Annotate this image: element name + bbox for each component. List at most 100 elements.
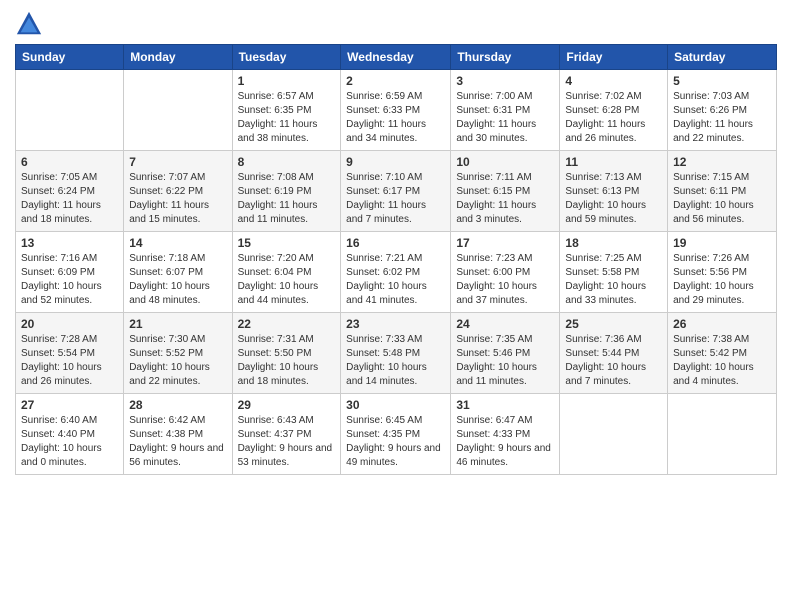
day-info: Sunrise: 7:08 AM Sunset: 6:19 PM Dayligh… xyxy=(238,171,336,227)
day-number: 12 xyxy=(673,155,771,169)
day-number: 11 xyxy=(565,155,662,169)
calendar-cell: 25 Sunrise: 7:36 AM Sunset: 5:44 PM Dayli… xyxy=(560,313,668,394)
column-header-monday: Monday xyxy=(124,45,232,70)
column-header-saturday: Saturday xyxy=(668,45,777,70)
calendar-cell: 5 Sunrise: 7:03 AM Sunset: 6:26 PM Daylig… xyxy=(668,70,777,151)
day-info: Sunrise: 6:59 AM Sunset: 6:33 PM Dayligh… xyxy=(346,90,445,146)
calendar-cell: 31Sunrise: 6:47 AM Sunset: 4:33 PM Dayli… xyxy=(451,394,560,475)
day-info: Sunrise: 6:45 AM Sunset: 4:35 PM Dayligh… xyxy=(346,414,445,470)
column-header-thursday: Thursday xyxy=(451,45,560,70)
calendar-cell: 12 Sunrise: 7:15 AM Sunset: 6:11 PM Dayli… xyxy=(668,151,777,232)
calendar-cell: 7 Sunrise: 7:07 AM Sunset: 6:22 PM Daylig… xyxy=(124,151,232,232)
column-header-wednesday: Wednesday xyxy=(341,45,451,70)
day-info: Sunrise: 7:18 AM Sunset: 6:07 PM Dayligh… xyxy=(129,252,226,308)
day-number: 9 xyxy=(346,155,445,169)
day-number: 19 xyxy=(673,236,771,250)
day-info: Sunrise: 7:36 AM Sunset: 5:44 PM Dayligh… xyxy=(565,333,662,389)
calendar-cell: 23 Sunrise: 7:33 AM Sunset: 5:48 PM Dayli… xyxy=(341,313,451,394)
calendar-cell: 19 Sunrise: 7:26 AM Sunset: 5:56 PM Dayli… xyxy=(668,232,777,313)
day-info: Sunrise: 7:15 AM Sunset: 6:11 PM Dayligh… xyxy=(673,171,771,227)
calendar-cell: 24 Sunrise: 7:35 AM Sunset: 5:46 PM Dayli… xyxy=(451,313,560,394)
day-info: Sunrise: 7:07 AM Sunset: 6:22 PM Dayligh… xyxy=(129,171,226,227)
day-info: Sunrise: 7:03 AM Sunset: 6:26 PM Dayligh… xyxy=(673,90,771,146)
day-info: Sunrise: 6:47 AM Sunset: 4:33 PM Dayligh… xyxy=(456,414,554,470)
day-info: Sunrise: 7:21 AM Sunset: 6:02 PM Dayligh… xyxy=(346,252,445,308)
calendar-week-row: 20 Sunrise: 7:28 AM Sunset: 5:54 PM Dayli… xyxy=(16,313,777,394)
column-header-tuesday: Tuesday xyxy=(232,45,341,70)
calendar-cell: 27 Sunrise: 6:40 AM Sunset: 4:40 PM Dayli… xyxy=(16,394,124,475)
day-number: 25 xyxy=(565,317,662,331)
day-info: Sunrise: 7:02 AM Sunset: 6:28 PM Dayligh… xyxy=(565,90,662,146)
day-info: Sunrise: 7:20 AM Sunset: 6:04 PM Dayligh… xyxy=(238,252,336,308)
logo-icon xyxy=(15,10,43,38)
calendar-week-row: 6 Sunrise: 7:05 AM Sunset: 6:24 PM Daylig… xyxy=(16,151,777,232)
day-number: 3 xyxy=(456,74,554,88)
day-number: 22 xyxy=(238,317,336,331)
day-info: Sunrise: 7:13 AM Sunset: 6:13 PM Dayligh… xyxy=(565,171,662,227)
calendar-cell: 15 Sunrise: 7:20 AM Sunset: 6:04 PM Dayli… xyxy=(232,232,341,313)
calendar-cell: 28 Sunrise: 6:42 AM Sunset: 4:38 PM Dayli… xyxy=(124,394,232,475)
calendar-week-row: 1Sunrise: 6:57 AM Sunset: 6:35 PM Daylig… xyxy=(16,70,777,151)
day-info: Sunrise: 7:11 AM Sunset: 6:15 PM Dayligh… xyxy=(456,171,554,227)
day-info: Sunrise: 7:16 AM Sunset: 6:09 PM Dayligh… xyxy=(21,252,118,308)
calendar-cell: 3 Sunrise: 7:00 AM Sunset: 6:31 PM Daylig… xyxy=(451,70,560,151)
calendar-cell xyxy=(560,394,668,475)
day-info: Sunrise: 7:05 AM Sunset: 6:24 PM Dayligh… xyxy=(21,171,118,227)
calendar-cell: 10Sunrise: 7:11 AM Sunset: 6:15 PM Dayli… xyxy=(451,151,560,232)
calendar-cell: 16 Sunrise: 7:21 AM Sunset: 6:02 PM Dayli… xyxy=(341,232,451,313)
day-info: Sunrise: 6:57 AM Sunset: 6:35 PM Dayligh… xyxy=(238,90,336,146)
day-number: 17 xyxy=(456,236,554,250)
calendar-cell: 20 Sunrise: 7:28 AM Sunset: 5:54 PM Dayli… xyxy=(16,313,124,394)
day-number: 14 xyxy=(129,236,226,250)
day-info: Sunrise: 6:42 AM Sunset: 4:38 PM Dayligh… xyxy=(129,414,226,470)
calendar-week-row: 13 Sunrise: 7:16 AM Sunset: 6:09 PM Dayli… xyxy=(16,232,777,313)
day-number: 13 xyxy=(21,236,118,250)
day-number: 6 xyxy=(21,155,118,169)
calendar-cell: 26Sunrise: 7:38 AM Sunset: 5:42 PM Dayli… xyxy=(668,313,777,394)
day-number: 4 xyxy=(565,74,662,88)
calendar-table: SundayMondayTuesdayWednesdayThursdayFrid… xyxy=(15,44,777,475)
day-number: 20 xyxy=(21,317,118,331)
day-info: Sunrise: 7:35 AM Sunset: 5:46 PM Dayligh… xyxy=(456,333,554,389)
day-info: Sunrise: 7:00 AM Sunset: 6:31 PM Dayligh… xyxy=(456,90,554,146)
calendar-week-row: 27 Sunrise: 6:40 AM Sunset: 4:40 PM Dayli… xyxy=(16,394,777,475)
day-number: 21 xyxy=(129,317,226,331)
day-number: 8 xyxy=(238,155,336,169)
calendar-cell xyxy=(668,394,777,475)
calendar-cell: 22Sunrise: 7:31 AM Sunset: 5:50 PM Dayli… xyxy=(232,313,341,394)
calendar-cell: 8 Sunrise: 7:08 AM Sunset: 6:19 PM Daylig… xyxy=(232,151,341,232)
day-number: 15 xyxy=(238,236,336,250)
day-number: 30 xyxy=(346,398,445,412)
day-info: Sunrise: 7:30 AM Sunset: 5:52 PM Dayligh… xyxy=(129,333,226,389)
day-number: 7 xyxy=(129,155,226,169)
column-header-sunday: Sunday xyxy=(16,45,124,70)
logo xyxy=(15,10,47,38)
day-number: 23 xyxy=(346,317,445,331)
calendar-cell: 2 Sunrise: 6:59 AM Sunset: 6:33 PM Daylig… xyxy=(341,70,451,151)
day-number: 24 xyxy=(456,317,554,331)
calendar-cell: 21 Sunrise: 7:30 AM Sunset: 5:52 PM Dayli… xyxy=(124,313,232,394)
day-info: Sunrise: 7:33 AM Sunset: 5:48 PM Dayligh… xyxy=(346,333,445,389)
calendar-cell: 13 Sunrise: 7:16 AM Sunset: 6:09 PM Dayli… xyxy=(16,232,124,313)
calendar-cell: 18Sunrise: 7:25 AM Sunset: 5:58 PM Dayli… xyxy=(560,232,668,313)
day-info: Sunrise: 7:25 AM Sunset: 5:58 PM Dayligh… xyxy=(565,252,662,308)
day-number: 27 xyxy=(21,398,118,412)
calendar-cell xyxy=(16,70,124,151)
day-info: Sunrise: 7:26 AM Sunset: 5:56 PM Dayligh… xyxy=(673,252,771,308)
column-header-friday: Friday xyxy=(560,45,668,70)
day-number: 5 xyxy=(673,74,771,88)
day-number: 16 xyxy=(346,236,445,250)
calendar-cell: 1Sunrise: 6:57 AM Sunset: 6:35 PM Daylig… xyxy=(232,70,341,151)
calendar-cell: 17 Sunrise: 7:23 AM Sunset: 6:00 PM Dayli… xyxy=(451,232,560,313)
day-info: Sunrise: 7:23 AM Sunset: 6:00 PM Dayligh… xyxy=(456,252,554,308)
day-number: 2 xyxy=(346,74,445,88)
day-info: Sunrise: 7:38 AM Sunset: 5:42 PM Dayligh… xyxy=(673,333,771,389)
day-info: Sunrise: 7:28 AM Sunset: 5:54 PM Dayligh… xyxy=(21,333,118,389)
calendar-cell: 14 Sunrise: 7:18 AM Sunset: 6:07 PM Dayli… xyxy=(124,232,232,313)
calendar-cell: 9Sunrise: 7:10 AM Sunset: 6:17 PM Daylig… xyxy=(341,151,451,232)
calendar-cell xyxy=(124,70,232,151)
day-info: Sunrise: 6:40 AM Sunset: 4:40 PM Dayligh… xyxy=(21,414,118,470)
day-number: 28 xyxy=(129,398,226,412)
day-number: 29 xyxy=(238,398,336,412)
page-header xyxy=(15,10,777,38)
